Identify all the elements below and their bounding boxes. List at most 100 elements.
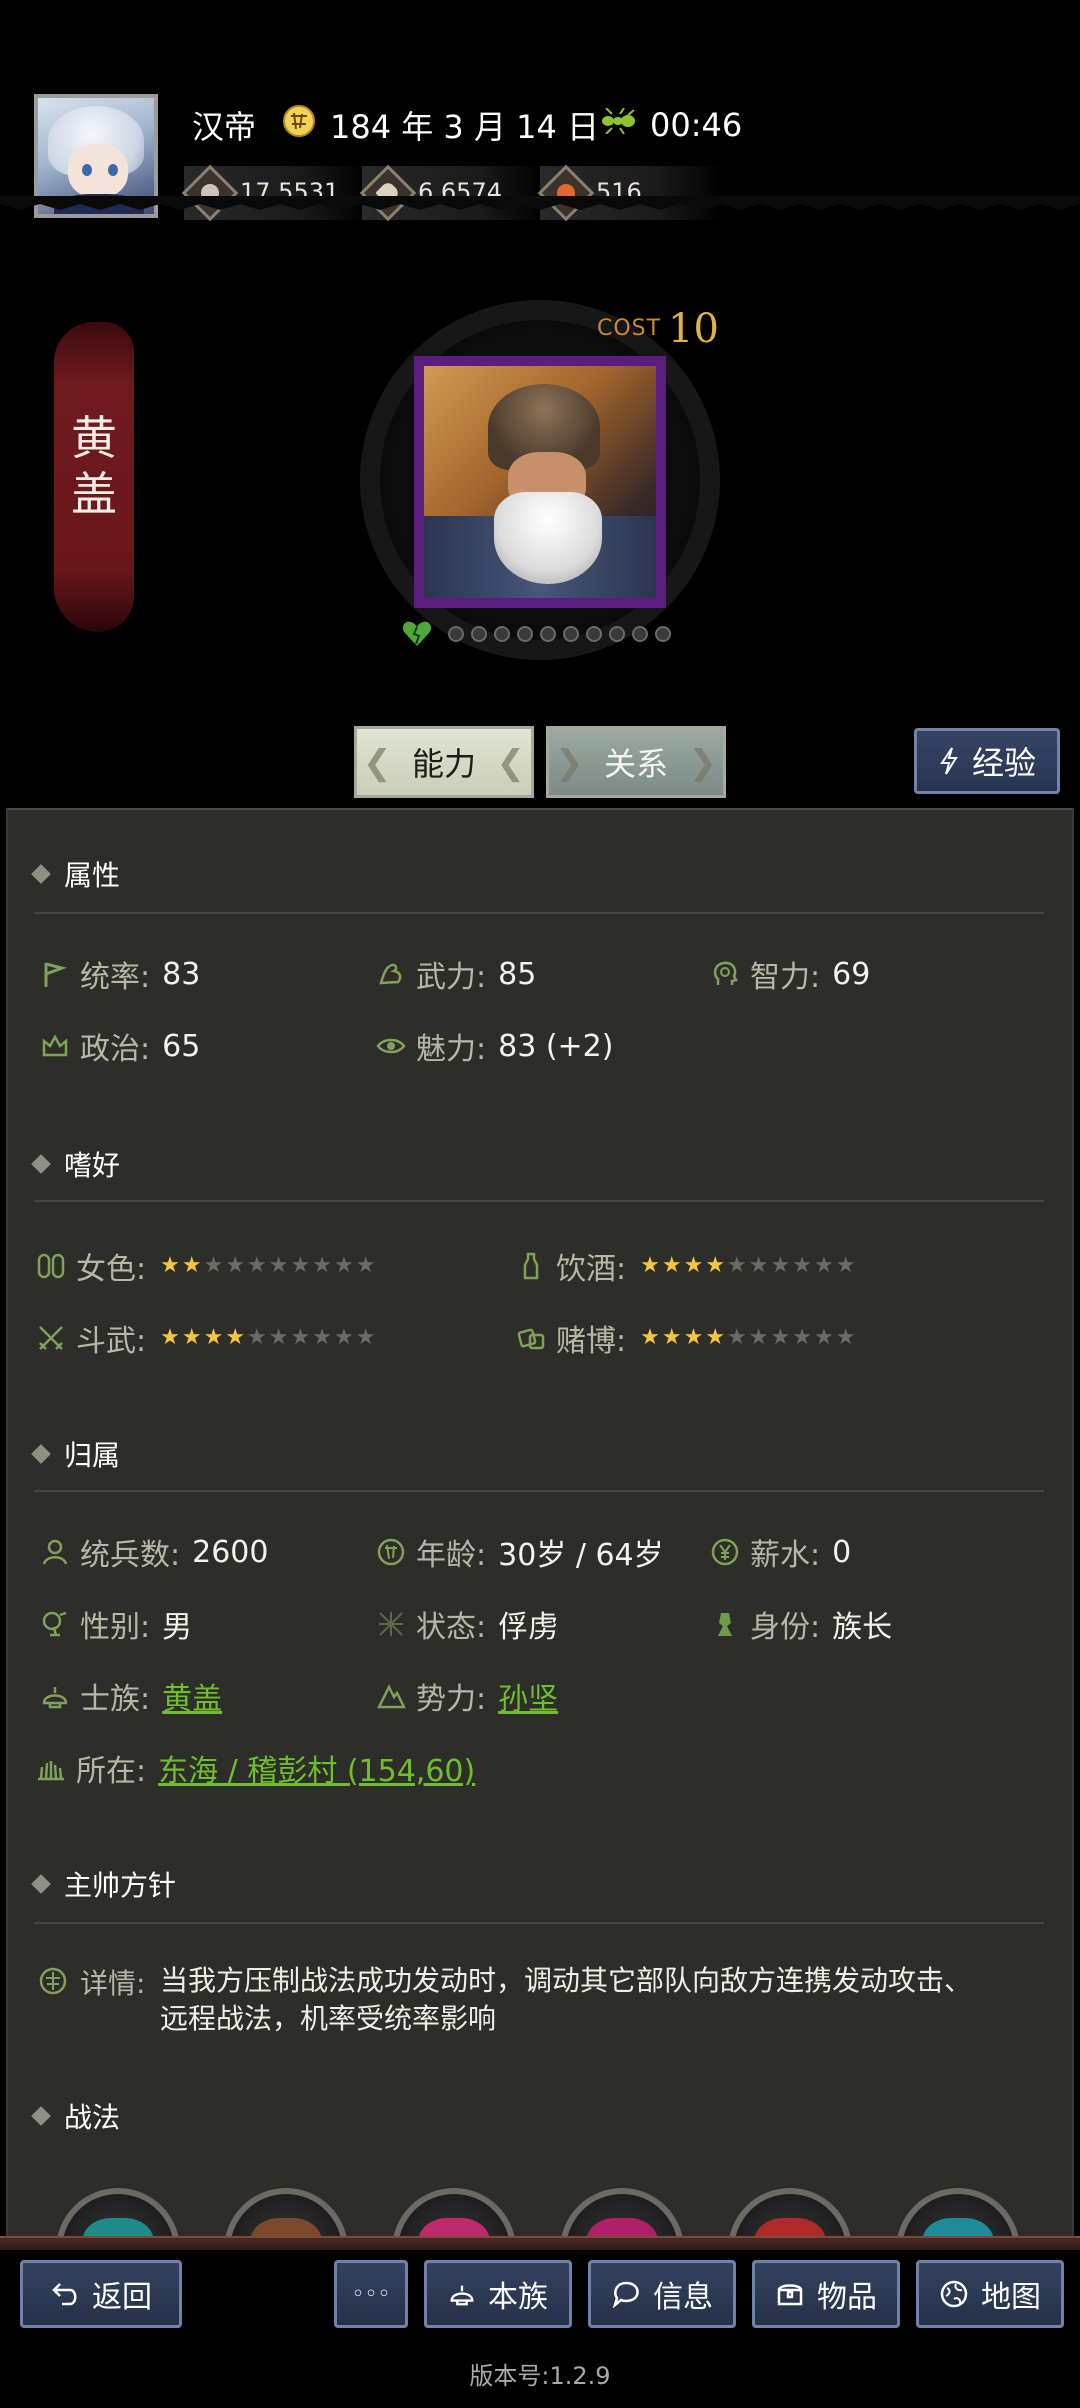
loyalty-dot	[494, 626, 510, 642]
hero-gender: 性别: 男	[40, 1602, 192, 1646]
loyalty-heart-icon	[402, 621, 432, 646]
grass-terrain-icon	[38, 1761, 64, 1781]
divider	[34, 1490, 1044, 1492]
hobby-drinking: 饮酒: ★ ★ ★ ★ ★ ★ ★ ★ ★ ★	[516, 1244, 855, 1288]
star-filled-icon: ★	[705, 1253, 726, 1278]
emperor-title: 汉帝	[192, 108, 257, 146]
chevron-left-icon: ❮	[496, 743, 526, 783]
stat-politics: 政治: 65	[40, 1024, 200, 1068]
hobbies-section-title: 嗜好	[31, 1144, 120, 1184]
star-empty-icon: ★	[355, 1325, 376, 1350]
star-filled-icon: ★	[181, 1325, 202, 1350]
faction-link[interactable]: 孙坚	[498, 1674, 558, 1718]
tab-relation[interactable]: ❯ 关系 ❯	[546, 726, 726, 798]
ant-speed-icon[interactable]	[598, 108, 636, 134]
dice-icon	[517, 1328, 545, 1350]
star-empty-icon: ★	[333, 1253, 354, 1278]
star-empty-icon: ★	[312, 1253, 332, 1278]
more-button[interactable]: ◦◦◦	[334, 2260, 408, 2328]
loyalty-dot	[471, 626, 487, 642]
bust-icon	[718, 1613, 732, 1636]
stat-charm: 魅力: 83 (+2)	[376, 1024, 613, 1068]
loyalty-dot	[609, 626, 625, 642]
chains-icon	[379, 1612, 403, 1636]
star-filled-icon: ★	[160, 1253, 180, 1278]
hero-age: 年龄: 30岁 / 64岁	[376, 1530, 664, 1574]
cost-label: COST	[597, 316, 662, 341]
star-empty-icon: ★	[268, 1325, 289, 1350]
info-button[interactable]: 信息	[588, 2260, 736, 2328]
star-empty-icon: ★	[792, 1253, 812, 1278]
loyalty-dot	[655, 626, 671, 642]
star-filled-icon: ★	[181, 1253, 202, 1278]
loyalty-dot	[586, 626, 602, 642]
policy-detail-text: 当我方压制战法成功发动时，调动其它部队向敌方连携发动攻击、远程战法，机率受统率影…	[160, 1964, 973, 2035]
star-filled-icon: ★	[705, 1325, 726, 1350]
chevron-right-icon: ❯	[688, 743, 718, 783]
clan-hat-icon	[450, 2285, 474, 2306]
star-rating: ★ ★ ★ ★ ★ ★ ★ ★ ★ ★	[640, 1327, 855, 1349]
hobby-lust: 女色: ★ ★ ★ ★ ★ ★ ★ ★ ★ ★	[36, 1244, 375, 1288]
star-empty-icon: ★	[355, 1253, 376, 1278]
hero-name: 黄 盖	[54, 410, 134, 522]
star-filled-icon: ★	[661, 1253, 682, 1278]
star-empty-icon: ★	[333, 1325, 354, 1350]
hero-status: 状态: 俘虏	[376, 1602, 558, 1646]
experience-label: 经验	[971, 744, 1036, 782]
star-empty-icon: ★	[727, 1253, 747, 1278]
hero-name-char-1: 黄	[71, 411, 117, 465]
flag-icon	[44, 962, 68, 987]
star-filled-icon: ★	[225, 1325, 246, 1350]
star-empty-icon: ★	[813, 1325, 834, 1350]
top-edge-decoration	[0, 196, 1080, 210]
back-button[interactable]: 返回	[20, 2260, 182, 2328]
slippers-icon	[37, 1253, 65, 1279]
items-button[interactable]: 物品	[752, 2260, 900, 2328]
clan-link[interactable]: 黄盖	[162, 1674, 222, 1718]
hero-clan: 士族: 黄盖	[40, 1674, 222, 1718]
hero-portrait[interactable]	[414, 356, 666, 608]
attributes-section-title: 属性	[31, 854, 120, 894]
star-empty-icon: ★	[792, 1325, 812, 1350]
star-empty-icon: ★	[225, 1253, 246, 1278]
hero-name-char-2: 盖	[71, 467, 117, 521]
game-date: 184 年 3 月 14 日	[330, 108, 600, 146]
loyalty-dot	[632, 626, 648, 642]
clan-button[interactable]: 本族	[424, 2260, 572, 2328]
tab-ability[interactable]: ❮ 能力 ❮	[354, 726, 534, 798]
star-filled-icon: ★	[640, 1253, 660, 1278]
soldier-icon	[42, 1539, 68, 1565]
star-empty-icon: ★	[203, 1253, 224, 1278]
tab-ability-label: 能力	[411, 745, 476, 783]
affiliation-section-title: 归属	[31, 1434, 120, 1474]
chevron-left-icon: ❮	[363, 743, 392, 783]
back-arrow-icon	[52, 2283, 77, 2306]
divider	[34, 1922, 1044, 1924]
map-button[interactable]: 地图	[916, 2260, 1064, 2328]
star-filled-icon: ★	[683, 1253, 704, 1278]
chat-bubble-icon	[612, 2281, 639, 2308]
location-link[interactable]: 东海 / 稽彭村 (154,60)	[158, 1746, 475, 1790]
star-empty-icon: ★	[290, 1325, 311, 1350]
gender-head-icon	[42, 1611, 67, 1637]
policy-detail-label: 详情:	[80, 1967, 146, 2000]
loyalty-dot	[448, 626, 464, 642]
star-empty-icon: ★	[748, 1325, 769, 1350]
star-empty-icon: ★	[770, 1253, 791, 1278]
hero-name-banner: 黄 盖	[54, 322, 134, 632]
star-empty-icon: ★	[813, 1253, 834, 1278]
clan-hat-icon	[42, 1687, 68, 1709]
hero-salary: 薪水: 0	[710, 1530, 851, 1574]
hobby-fighting: 斗武: ★ ★ ★ ★ ★ ★ ★ ★ ★ ★	[36, 1316, 375, 1360]
star-empty-icon: ★	[268, 1253, 289, 1278]
star-filled-icon: ★	[203, 1325, 224, 1350]
experience-button[interactable]: 经验	[914, 728, 1060, 794]
hero-faction: 势力: 孙坚	[376, 1674, 558, 1718]
loyalty-dot	[517, 626, 533, 642]
star-empty-icon: ★	[312, 1325, 332, 1350]
star-empty-icon: ★	[835, 1253, 856, 1278]
star-empty-icon: ★	[247, 1253, 267, 1278]
star-empty-icon: ★	[835, 1325, 856, 1350]
tactics-section-title: 战法	[31, 2096, 120, 2136]
calendar-seal-icon	[377, 1538, 405, 1566]
